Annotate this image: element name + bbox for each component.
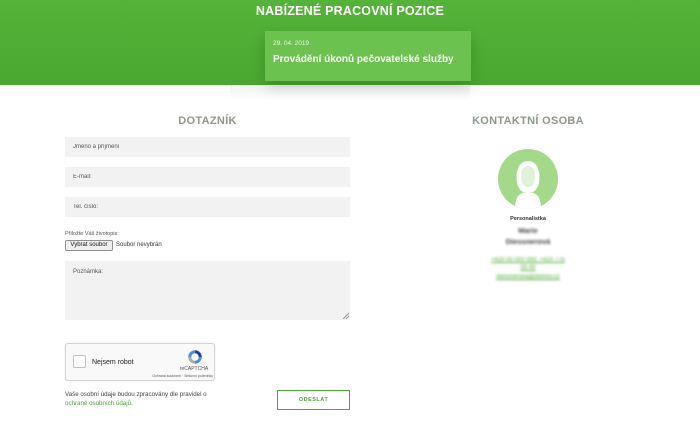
phone-field[interactable] [65,197,350,217]
choose-file-button[interactable]: Vybrat soubor [65,240,113,251]
consent-text: Vaše osobní údaje budou zpracovány dle p… [65,390,215,408]
captcha-brand: reCAPTCHA [179,366,209,372]
captcha-label: Nejsem robot [92,359,134,366]
person-icon [515,161,541,209]
captcha-links[interactable]: Ochrana soukromí · Smluvní podmínky [141,374,213,378]
name-field[interactable] [65,137,350,157]
job-title[interactable]: Provádění úkonů pečovatelské služby [273,54,463,65]
job-card[interactable]: 29. 04. 2019 Provádění úkonů pečovatelsk… [265,31,471,81]
contact-first-name: Marie [518,226,538,235]
contact-role: Personalistka [510,216,546,222]
contact-email-link[interactable]: diessnerova@domov.cz [458,274,598,280]
file-status: Soubor nevybrán [116,242,162,248]
contact-name: Marie Diessnerová [458,225,598,247]
contact-last-name: Diessnerová [505,237,551,246]
job-date: 29. 04. 2019 [273,40,310,47]
page-title: NABÍZENÉ PRACOVNÍ POZICE [255,4,445,18]
consent-end: . [131,400,133,407]
form-heading: DOTAZNÍK [178,115,237,127]
recaptcha-logo-icon [188,350,202,364]
avatar [498,149,558,209]
cv-label: Přiložte Váš životopis: [65,231,119,237]
contact-phone-link[interactable]: +420 00 000 000, +420 775 00 00 [490,256,566,272]
hero-banner: NABÍZENÉ PRACOVNÍ POZICE 29. 04. 2019 Pr… [0,0,700,85]
captcha-checkbox[interactable] [73,355,86,368]
email-field[interactable] [65,167,350,187]
recaptcha-widget: Nejsem robot reCAPTCHA Ochrana soukromí … [65,343,215,381]
submit-button[interactable]: ODESLAT [277,390,350,410]
card-shadow [230,85,470,101]
contact-heading: KONTAKTNÍ OSOBA [472,115,584,127]
consent-copy: Vaše osobní údaje budou zpracovány dle p… [65,391,207,398]
notes-field[interactable] [65,261,350,320]
resize-grip-icon[interactable] [343,313,349,319]
privacy-link[interactable]: ochraně osobních údajů [65,400,131,407]
